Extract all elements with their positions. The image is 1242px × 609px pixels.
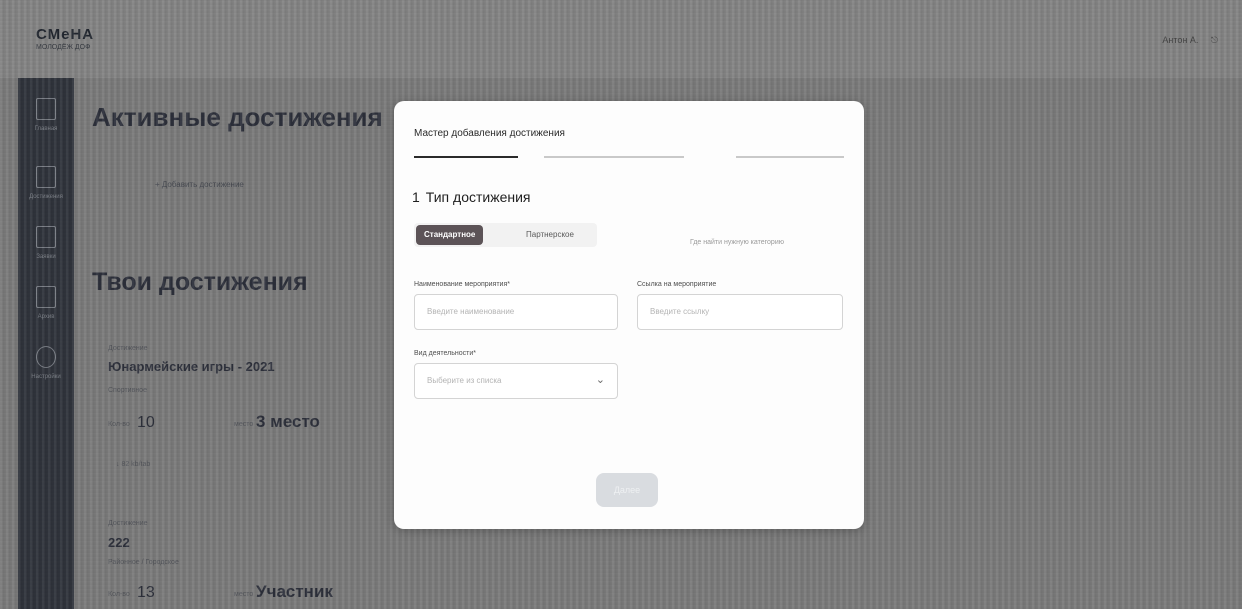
step-indicator [736, 156, 844, 158]
step-indicator [544, 156, 684, 158]
step-indicator-active [414, 156, 518, 158]
activity-type-select[interactable]: Выберите из списка ⌄ [414, 363, 618, 399]
chevron-down-icon: ⌄ [595, 374, 605, 386]
step-number: 1 [412, 189, 420, 205]
achievement-type-toggle: Стандартное Партнерское [414, 223, 597, 247]
step-heading: 1 Тип достижения [412, 189, 531, 205]
event-name-label: Наименование мероприятия* [414, 281, 510, 288]
step-title: Тип достижения [425, 189, 531, 205]
event-name-placeholder: Введите наименование [427, 307, 515, 316]
step-progress [414, 156, 844, 160]
next-button[interactable]: Далее [596, 473, 658, 507]
modal-title: Мастер добавления достижения [414, 128, 565, 139]
activity-type-placeholder: Выберите из списка [427, 376, 502, 385]
event-link-label: Ссылка на мероприятие [637, 281, 717, 288]
event-link-placeholder: Введите ссылку [650, 307, 710, 316]
toggle-partner[interactable]: Партнерское [518, 225, 582, 245]
add-achievement-modal: Мастер добавления достижения 1 Тип достиж… [394, 101, 864, 529]
toggle-standard[interactable]: Стандартное [416, 225, 484, 245]
event-link-input[interactable]: Введите ссылку [637, 294, 843, 330]
activity-type-label: Вид деятельности* [414, 350, 476, 357]
event-name-input[interactable]: Введите наименование [414, 294, 618, 330]
category-help-link[interactable]: Где найти нужную категорию [690, 239, 784, 246]
